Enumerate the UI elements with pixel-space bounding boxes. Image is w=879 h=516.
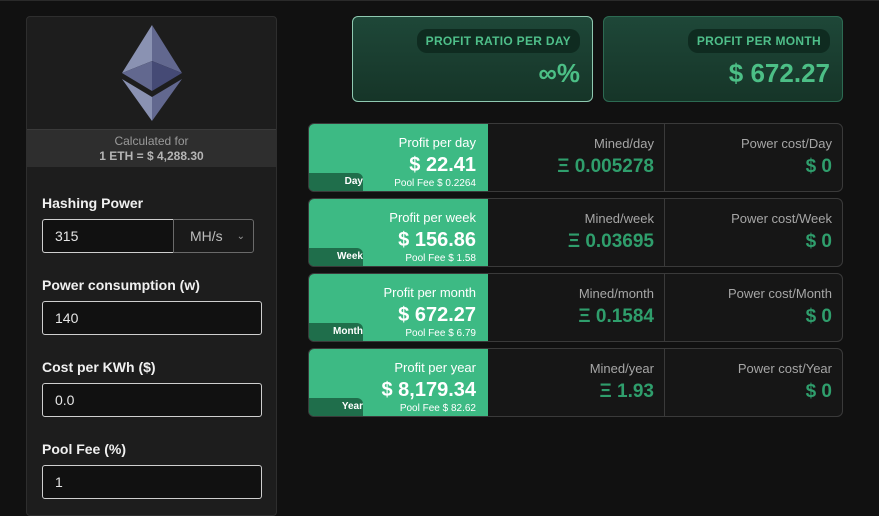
mined-cell: Mined/week Ξ 0.03695: [488, 199, 665, 266]
mined-value: Ξ 1.93: [599, 381, 655, 402]
profit-cell: Profit per year $ 8,179.34 Pool Fee $ 82…: [309, 349, 488, 416]
hashing-power-row: MH/s ⌄: [42, 219, 261, 253]
power-cost-cell: Power cost/Year $ 0: [665, 349, 842, 416]
period-tag: Day: [309, 173, 363, 191]
mined-label: Mined/week: [584, 211, 654, 226]
row-year: Profit per year $ 8,179.34 Pool Fee $ 82…: [308, 348, 843, 417]
pool-fee-value: Pool Fee $ 1.58: [405, 253, 476, 264]
mined-cell: Mined/month Ξ 0.1584: [488, 274, 665, 341]
profit-label: Profit per week: [389, 210, 476, 225]
power-cost-value: $ 0: [805, 231, 832, 252]
calculator-panel: Calculated for 1 ETH = $ 4,288.30 Hashin…: [26, 16, 277, 516]
mined-label: Mined/year: [589, 361, 654, 376]
mined-cell: Mined/year Ξ 1.93: [488, 349, 665, 416]
power-cost-value: $ 0: [805, 306, 832, 327]
mined-value: Ξ 0.03695: [567, 231, 654, 252]
power-cost-value: $ 0: [805, 156, 832, 177]
profit-value: $ 672.27: [398, 304, 476, 326]
profit-value: $ 156.86: [398, 229, 476, 251]
row-month: Profit per month $ 672.27 Pool Fee $ 6.7…: [308, 273, 843, 342]
logo-area: [27, 17, 276, 129]
cost-per-kwh-label: Cost per KWh ($): [42, 359, 156, 375]
hashing-power-label: Hashing Power: [42, 195, 144, 211]
period-tag: Year: [309, 398, 363, 416]
pool-fee-value: Pool Fee $ 0.2264: [394, 178, 476, 189]
row-day: Profit per day $ 22.41 Pool Fee $ 0.2264…: [308, 123, 843, 192]
power-consumption-input[interactable]: [42, 301, 262, 335]
row-week: Profit per week $ 156.86 Pool Fee $ 1.58…: [308, 198, 843, 267]
pool-fee-label: Pool Fee (%): [42, 441, 127, 457]
top-divider: [0, 0, 879, 1]
ethereum-icon: [121, 25, 182, 121]
power-cost-value: $ 0: [805, 381, 832, 402]
profit-cell: Profit per month $ 672.27 Pool Fee $ 6.7…: [309, 274, 488, 341]
calculated-for-box: Calculated for 1 ETH = $ 4,288.30: [27, 129, 276, 167]
cost-per-kwh-input[interactable]: [42, 383, 262, 417]
power-cost-label: Power cost/Week: [731, 211, 832, 226]
profit-value: $ 8,179.34: [381, 379, 476, 401]
pool-fee-value: Pool Fee $ 82.62: [399, 403, 476, 414]
power-cost-label: Power cost/Month: [727, 286, 832, 301]
chevron-down-icon: ⌄: [236, 230, 245, 242]
power-cost-cell: Power cost/Day $ 0: [665, 124, 842, 191]
profit-value: $ 22.41: [409, 154, 476, 176]
hashing-unit-value: MH/s: [190, 228, 223, 244]
input-form: Hashing Power MH/s ⌄ Power consumption (…: [27, 195, 276, 499]
profit-month-label: PROFIT PER MONTH: [687, 29, 830, 53]
power-cost-label: Power cost/Year: [737, 361, 832, 376]
mined-value: Ξ 0.1584: [578, 306, 654, 327]
period-tag: Month: [309, 323, 363, 341]
power-consumption-label: Power consumption (w): [42, 277, 200, 293]
profit-cell: Profit per day $ 22.41 Pool Fee $ 0.2264…: [309, 124, 488, 191]
profit-ratio-card: PROFIT RATIO PER DAY ∞%: [352, 16, 593, 102]
mined-cell: Mined/day Ξ 0.005278: [488, 124, 665, 191]
hashing-power-input[interactable]: [42, 219, 173, 253]
profit-label: Profit per year: [394, 360, 476, 375]
profit-ratio-value: ∞%: [538, 58, 580, 88]
profit-month-card: PROFIT PER MONTH $ 672.27: [603, 16, 843, 102]
power-cost-cell: Power cost/Week $ 0: [665, 199, 842, 266]
calculated-for-caption: Calculated for: [114, 134, 189, 148]
profit-cell: Profit per week $ 156.86 Pool Fee $ 1.58…: [309, 199, 488, 266]
profit-ratio-label: PROFIT RATIO PER DAY: [416, 29, 580, 53]
mined-value: Ξ 0.005278: [557, 156, 654, 177]
pool-fee-value: Pool Fee $ 6.79: [405, 328, 476, 339]
eth-rate: 1 ETH = $ 4,288.30: [99, 149, 204, 163]
profit-label: Profit per day: [398, 135, 476, 150]
profit-label: Profit per month: [383, 285, 477, 300]
mined-label: Mined/day: [594, 136, 654, 151]
profit-month-value: $ 672.27: [728, 58, 830, 88]
pool-fee-input[interactable]: [42, 465, 262, 499]
period-tag: Week: [309, 248, 363, 266]
mined-label: Mined/month: [578, 286, 654, 301]
hashing-unit-select[interactable]: MH/s ⌄: [173, 219, 254, 253]
power-cost-label: Power cost/Day: [740, 136, 832, 151]
power-cost-cell: Power cost/Month $ 0: [665, 274, 842, 341]
